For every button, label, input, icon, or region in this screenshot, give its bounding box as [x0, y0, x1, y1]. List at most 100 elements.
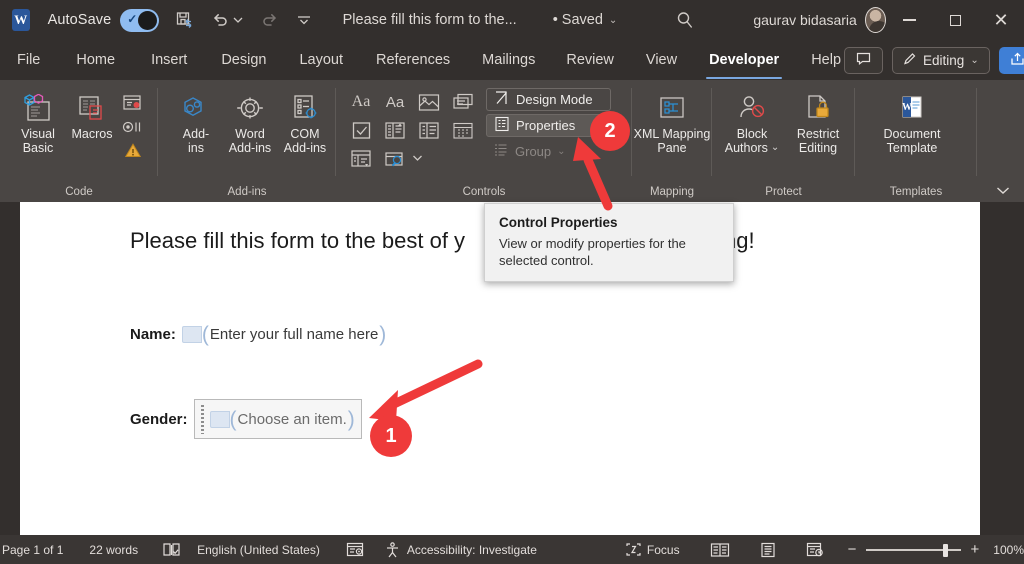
- macro-security-icon[interactable]: [120, 140, 145, 162]
- comments-button[interactable]: [844, 46, 884, 74]
- zoom-level[interactable]: 100%: [993, 543, 1024, 557]
- save-status[interactable]: • Saved ⌄: [553, 12, 618, 28]
- form-row-name: Name: ( Enter your full name here ): [130, 324, 386, 345]
- restrict-editing-label-2: Editing: [798, 141, 838, 155]
- tab-review[interactable]: Review: [563, 48, 617, 72]
- zoom-slider[interactable]: [866, 543, 961, 557]
- toggle-knob: [137, 10, 157, 30]
- tab-help[interactable]: Help: [808, 48, 844, 72]
- restrict-editing-button[interactable]: Restrict Editing: [786, 90, 850, 155]
- search-icon[interactable]: [675, 9, 695, 31]
- undo-icon[interactable]: [211, 9, 231, 31]
- document-title[interactable]: Please fill this form to the...: [343, 12, 517, 28]
- minimize-icon[interactable]: [886, 0, 932, 40]
- document-area: Please fill this form to the best of yti…: [0, 202, 1024, 535]
- language-indicator[interactable]: English (United States): [197, 543, 320, 557]
- legacy-tools-chevron-down-icon[interactable]: [408, 146, 426, 170]
- focus-label[interactable]: Focus: [647, 543, 680, 557]
- editing-mode-button[interactable]: Editing ⌄: [892, 46, 990, 74]
- undo-chevron-down-icon[interactable]: [233, 9, 243, 31]
- word-window: W AutoSave ✓ Please fill this form to th…: [0, 0, 1024, 564]
- pause-recording-icon[interactable]: [120, 116, 145, 138]
- building-block-gallery-icon[interactable]: [448, 90, 478, 114]
- collapse-ribbon-chevron-down-icon[interactable]: [990, 180, 1016, 200]
- accessibility-status[interactable]: Accessibility: Investigate: [407, 543, 537, 557]
- document-template-button[interactable]: W Document Template: [867, 90, 957, 155]
- macros-button[interactable]: Macros: [62, 90, 122, 141]
- design-mode-button[interactable]: Design Mode: [486, 88, 611, 111]
- com-addins-label-1: COM: [290, 127, 320, 141]
- content-control-left-tag: [209, 410, 230, 428]
- tab-view[interactable]: View: [643, 48, 680, 72]
- tab-layout[interactable]: Layout: [296, 48, 346, 72]
- content-control-drag-handle[interactable]: [198, 404, 206, 434]
- save-refresh-icon[interactable]: [175, 9, 195, 31]
- xml-mapping-label-1: XML Mapping: [633, 127, 711, 141]
- gender-content-control[interactable]: ( Choose an item. ): [209, 409, 355, 430]
- zoom-slider-thumb[interactable]: [943, 543, 949, 557]
- proofing-errors-icon[interactable]: [162, 542, 181, 557]
- maximize-icon[interactable]: [932, 0, 978, 40]
- com-addins-label-2: Add-ins: [283, 141, 327, 155]
- visual-basic-button[interactable]: Visual Basic: [8, 90, 68, 155]
- accessibility-icon[interactable]: [384, 541, 401, 558]
- page-indicator[interactable]: Page 1 of 1: [2, 543, 63, 557]
- redo-icon[interactable]: [259, 9, 279, 31]
- gender-content-control-selected[interactable]: ( Choose an item. ): [193, 399, 362, 439]
- date-picker-content-control-icon[interactable]: [448, 118, 478, 142]
- tab-home[interactable]: Home: [73, 48, 118, 72]
- account-name[interactable]: gaurav bidasaria: [753, 12, 857, 28]
- tab-design[interactable]: Design: [218, 48, 269, 72]
- name-content-control[interactable]: ( Enter your full name here ): [181, 323, 386, 346]
- macros-label: Macros: [71, 127, 113, 141]
- xml-mapping-label-2: Pane: [657, 141, 687, 155]
- group-label-templates: Templates: [889, 186, 943, 198]
- combo-box-content-control-icon[interactable]: [380, 118, 410, 142]
- block-authors-button[interactable]: Block Authors ⌄: [718, 90, 786, 155]
- avatar[interactable]: [864, 7, 886, 33]
- visual-basic-label-2: Basic: [22, 141, 54, 155]
- tab-file[interactable]: File: [14, 48, 43, 72]
- content-control-left-bracket: (: [201, 323, 209, 346]
- autosave-toggle[interactable]: ✓: [120, 8, 159, 32]
- print-layout-icon[interactable]: [760, 542, 776, 558]
- rich-text-content-control-icon[interactable]: Aa: [346, 90, 376, 114]
- zoom-out-button[interactable]: −: [848, 541, 857, 558]
- text-predictions-icon[interactable]: [346, 542, 364, 557]
- share-button[interactable]: ⌄: [998, 46, 1024, 74]
- tooltip-title: Control Properties: [499, 215, 618, 230]
- tab-references[interactable]: References: [373, 48, 453, 72]
- close-icon[interactable]: ✕: [978, 0, 1024, 40]
- addins-button[interactable]: Add- ins: [166, 90, 226, 155]
- word-logo-icon: W: [12, 9, 30, 31]
- chevron-down-icon: ⌄: [608, 14, 618, 26]
- record-macro-icon[interactable]: [120, 92, 145, 114]
- design-mode-label: Design Mode: [516, 92, 593, 107]
- addins-label-1: Add-: [182, 127, 210, 141]
- addins-icon: [180, 90, 212, 124]
- com-addins-button[interactable]: COM Add-ins: [275, 90, 335, 155]
- tab-developer[interactable]: Developer: [706, 48, 783, 79]
- picture-content-control-icon[interactable]: [414, 90, 444, 114]
- group-separator: [976, 88, 977, 176]
- repeating-section-content-control-icon[interactable]: [346, 146, 376, 170]
- ribbon-group-protect: Block Authors ⌄ Restrict Editing Protect: [712, 80, 855, 202]
- word-addins-gear-icon: [234, 90, 266, 124]
- tab-mailings[interactable]: Mailings: [479, 48, 538, 72]
- drop-down-list-content-control-icon[interactable]: [414, 118, 444, 142]
- read-mode-icon[interactable]: [710, 542, 730, 558]
- customize-quick-access-icon[interactable]: [295, 9, 313, 31]
- visual-basic-icon: [22, 90, 54, 124]
- xml-mapping-pane-button[interactable]: XML Mapping Pane: [630, 90, 714, 155]
- tab-insert[interactable]: Insert: [148, 48, 190, 72]
- check-box-content-control-icon[interactable]: [346, 118, 376, 142]
- zoom-in-button[interactable]: +: [971, 541, 980, 558]
- legacy-tools-icon[interactable]: [380, 146, 410, 170]
- web-layout-icon[interactable]: [806, 542, 824, 558]
- focus-mode-icon[interactable]: [625, 542, 642, 557]
- word-count[interactable]: 22 words: [89, 543, 138, 557]
- plain-text-content-control-icon[interactable]: Aa: [380, 90, 410, 114]
- group-button[interactable]: Group ⌄: [486, 140, 611, 163]
- block-authors-icon: [736, 90, 768, 124]
- word-addins-button[interactable]: Word Add-ins: [220, 90, 280, 155]
